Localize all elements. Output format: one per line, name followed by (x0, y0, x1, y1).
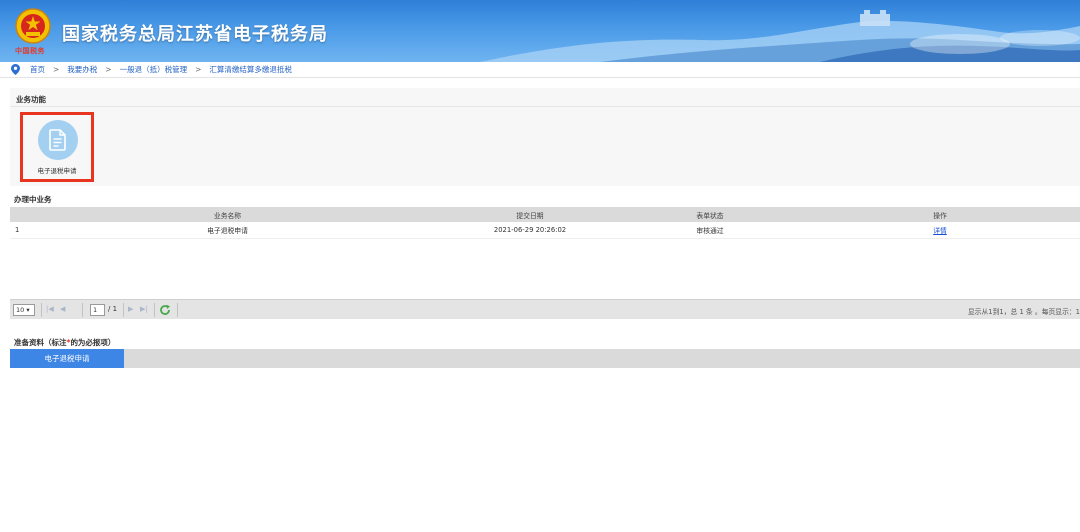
row-submit-date: 2021-06-29 20:26:02 (493, 226, 567, 234)
function-label: 电子退税申请 (37, 167, 77, 175)
in-progress-title: 办理中业务 (14, 195, 52, 204)
page-size-value: 10 (16, 306, 25, 314)
pager-divider (82, 303, 83, 317)
breadcrumb-tax-services[interactable]: 我要办税 (67, 64, 97, 75)
column-header-date[interactable]: 提交日期 (450, 210, 610, 220)
in-progress-table: 业务名称 提交日期 表单状态 操作 1 电子退税申请 2021-06-29 20… (10, 207, 1080, 239)
e-refund-application-button[interactable]: 电子退税申请 (20, 112, 94, 182)
pager-info: 显示从1到1，总 1 条 。每页显示：1 (967, 308, 1080, 316)
business-functions-title: 业务功能 (16, 95, 46, 104)
row-action-cell: 详情 (890, 225, 990, 235)
pager-divider (123, 303, 124, 317)
current-page-input[interactable]: 1 (90, 304, 105, 316)
column-header-action[interactable]: 操作 (890, 210, 990, 220)
prep-materials-title: 准备资料（标注*的为必报项） (14, 337, 115, 348)
column-header-status[interactable]: 表单状态 (660, 210, 760, 220)
emblem-subtitle: 中国税务 (15, 47, 45, 55)
pager-divider (177, 303, 178, 317)
prev-page-icon[interactable]: ◀ (60, 305, 65, 313)
pagination-bar: 10 ▾ |◀ ◀ 1 / 1 ▶ ▶| 显示从1到1，总 1 条 。每页显示：… (10, 299, 1080, 319)
next-page-icon[interactable]: ▶ (128, 305, 133, 313)
prep-title-suffix: 的为必报项） (70, 338, 116, 347)
business-functions-panel: 业务功能 电子退税申请 (10, 88, 1080, 186)
breadcrumb: 首页 > 我要办税 > 一般退（抵）税管理 > 汇算清缴结算多缴退抵税 (0, 62, 1080, 78)
breadcrumb-separator: > (195, 65, 202, 74)
last-page-icon[interactable]: ▶| (140, 305, 148, 313)
pager-divider (154, 303, 155, 317)
page-size-select[interactable]: 10 ▾ (13, 304, 35, 316)
row-number: 1 (15, 226, 20, 234)
section-divider (10, 106, 1080, 107)
tab-e-refund-application[interactable]: 电子退税申请 (10, 349, 124, 368)
breadcrumb-current[interactable]: 汇算清缴结算多缴退抵税 (209, 64, 292, 75)
header-banner: 中国税务 国家税务总局江苏省电子税务局 (0, 0, 1080, 62)
refresh-icon[interactable] (159, 304, 171, 316)
row-business-name: 电子退税申请 (207, 227, 248, 235)
table-header: 业务名称 提交日期 表单状态 操作 (10, 207, 1080, 222)
site-title: 国家税务总局江苏省电子税务局 (62, 24, 328, 45)
table-row[interactable]: 1 电子退税申请 2021-06-29 20:26:02 审核通过 详情 (10, 222, 1080, 239)
function-icon-circle (38, 120, 78, 160)
total-pages: / 1 (108, 305, 118, 313)
tax-emblem-icon (15, 8, 51, 44)
details-link[interactable]: 详情 (933, 227, 947, 235)
document-icon (49, 129, 66, 151)
breadcrumb-home[interactable]: 首页 (30, 64, 45, 75)
first-page-icon[interactable]: |◀ (46, 305, 54, 313)
prep-title-prefix: 准备资料（标注 (14, 338, 67, 347)
pager-divider (41, 303, 42, 317)
breadcrumb-separator: > (53, 65, 60, 74)
column-header-name[interactable]: 业务名称 (150, 210, 305, 220)
materials-tab-bar: 电子退税申请 (10, 349, 1080, 368)
row-form-status: 审核通过 (696, 227, 724, 235)
breadcrumb-refund-management[interactable]: 一般退（抵）税管理 (120, 64, 188, 75)
location-pin-icon (11, 64, 20, 75)
breadcrumb-separator: > (105, 65, 112, 74)
